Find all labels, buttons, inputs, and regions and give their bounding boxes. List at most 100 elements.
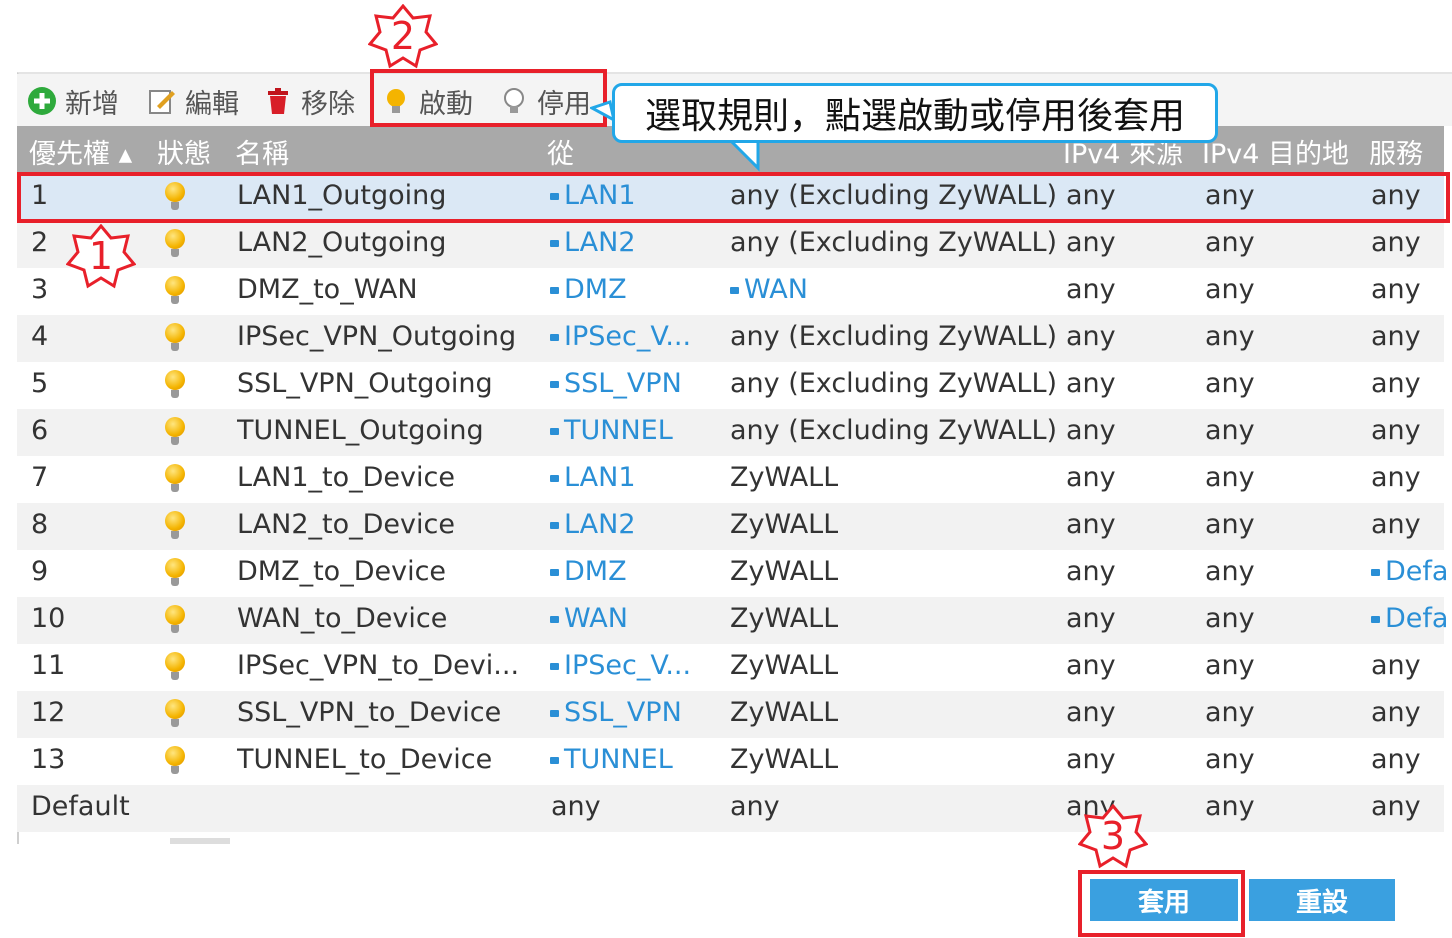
- table-row[interactable]: 12 SSL_VPN_to_Device SSL_VPN ZyWALL any any an…: [17, 691, 1444, 738]
- service-cell-text[interactable]: Defa: [1371, 556, 1449, 587]
- callout-instruction: 選取規則，點選啟動或停用後套用: [612, 83, 1218, 143]
- priority-cell-text: 5: [31, 368, 49, 399]
- status-lightbulb-icon: [165, 652, 185, 680]
- dst-cell: any: [1205, 321, 1255, 352]
- horizontal-scrollbar[interactable]: [170, 838, 230, 844]
- from-cell[interactable]: TUNNEL: [550, 744, 673, 775]
- name-cell: DMZ_to_Device: [237, 556, 446, 587]
- table-row[interactable]: 8 LAN2_to_Device LAN2 ZyWALL any any any: [17, 503, 1444, 550]
- src-cell: any: [1066, 462, 1116, 493]
- service-cell-text: any: [1371, 368, 1421, 399]
- table-row[interactable]: 11 IPSec_VPN_to_Devi... IPSec_V... ZyWALL an…: [17, 644, 1444, 691]
- dst-cell: any: [1205, 650, 1255, 681]
- service-cell: any: [1371, 321, 1421, 352]
- priority-cell-text: 10: [31, 603, 66, 634]
- from-cell-text[interactable]: SSL_VPN: [550, 368, 682, 399]
- priority-cell-text: 13: [31, 744, 66, 775]
- remove-button[interactable]: 移除: [263, 84, 355, 120]
- service-cell-text[interactable]: Defa: [1371, 603, 1449, 634]
- table-row[interactable]: 7 LAN1_to_Device LAN1 ZyWALL any any any: [17, 456, 1444, 503]
- highlight-box-row: [17, 172, 1450, 223]
- from-cell-text[interactable]: SSL_VPN: [550, 697, 682, 728]
- from-cell[interactable]: LAN2: [550, 227, 636, 258]
- from-cell[interactable]: DMZ: [550, 274, 627, 305]
- from-cell[interactable]: SSL_VPN: [550, 368, 682, 399]
- name-cell-text: WAN_to_Device: [237, 603, 448, 634]
- from-cell[interactable]: DMZ: [550, 556, 627, 587]
- header-priority[interactable]: 優先權 ▴: [29, 132, 132, 171]
- dst-cell: any: [1205, 227, 1255, 258]
- dst-cell-text: any: [1205, 697, 1255, 728]
- status-lightbulb-icon: [165, 370, 185, 398]
- service-cell-text: any: [1371, 697, 1421, 728]
- table-row[interactable]: 3 DMZ_to_WAN DMZ WAN any any any: [17, 268, 1444, 315]
- table-row[interactable]: 10 WAN_to_Device WAN ZyWALL any any Defa: [17, 597, 1449, 644]
- from-cell[interactable]: SSL_VPN: [550, 697, 682, 728]
- to-cell: any (Excluding ZyWALL): [730, 415, 1057, 446]
- to-cell-text[interactable]: WAN: [730, 274, 808, 305]
- from-cell-text[interactable]: WAN: [550, 603, 628, 634]
- src-cell-text: any: [1066, 744, 1116, 775]
- from-cell-text[interactable]: IPSec_V...: [550, 321, 692, 352]
- table-row-default[interactable]: Default any any any any any: [17, 785, 1444, 832]
- from-cell[interactable]: IPSec_V...: [550, 321, 692, 352]
- from-cell-text[interactable]: IPSec_V...: [550, 650, 692, 681]
- name-cell-text: LAN2_to_Device: [237, 509, 455, 540]
- from-cell-text[interactable]: TUNNEL: [550, 744, 673, 775]
- src-cell: any: [1066, 368, 1116, 399]
- from-cell-text[interactable]: LAN1: [550, 462, 636, 493]
- table-row[interactable]: 2 LAN2_Outgoing LAN2 any (Excluding ZyWALL)…: [17, 221, 1444, 268]
- from-cell[interactable]: TUNNEL: [550, 415, 673, 446]
- to-cell: ZyWALL: [730, 509, 838, 540]
- name-cell-text: DMZ_to_Device: [237, 556, 447, 587]
- src-cell-text: any: [1066, 603, 1116, 634]
- header-ipv4-destination[interactable]: IPv4 目的地: [1202, 132, 1349, 171]
- from-cell[interactable]: IPSec_V...: [550, 650, 692, 681]
- service-cell-text: any: [1371, 321, 1421, 352]
- to-cell[interactable]: WAN: [730, 274, 808, 305]
- priority-cell: 8: [31, 509, 48, 540]
- priority-cell-text: 11: [31, 650, 66, 681]
- reset-button[interactable]: 重設: [1249, 879, 1395, 921]
- src-cell: any: [1066, 321, 1116, 352]
- header-name[interactable]: 名稱: [235, 132, 289, 171]
- from-cell-text[interactable]: LAN2: [550, 509, 636, 540]
- service-cell-text: any: [1371, 744, 1421, 775]
- to-cell: any (Excluding ZyWALL): [730, 227, 1057, 258]
- edit-button[interactable]: 編輯: [147, 84, 239, 120]
- from-cell-text[interactable]: DMZ: [550, 274, 627, 305]
- table-row[interactable]: 6 TUNNEL_Outgoing TUNNEL any (Excluding ZyW…: [17, 409, 1444, 456]
- apply-button[interactable]: 套用: [1090, 879, 1238, 921]
- add-button[interactable]: 新增: [27, 84, 119, 120]
- highlight-box-toolbar: [370, 69, 607, 127]
- table-row[interactable]: 5 SSL_VPN_Outgoing SSL_VPN any (Excluding Z…: [17, 362, 1444, 409]
- from-cell[interactable]: LAN1: [550, 462, 636, 493]
- from-cell-text[interactable]: DMZ: [550, 556, 627, 587]
- src-cell: any: [1066, 556, 1116, 587]
- to-cell: any (Excluding ZyWALL): [730, 368, 1057, 399]
- name-cell-text: LAN2_Outgoing: [237, 227, 447, 258]
- dst-cell-text: any: [1205, 509, 1255, 540]
- table-row[interactable]: 4 IPSec_VPN_Outgoing IPSec_V... any (Exclud…: [17, 315, 1444, 362]
- name-cell-text: LAN1_to_Device: [237, 462, 455, 493]
- src-cell: any: [1066, 744, 1116, 775]
- to-cell: any (Excluding ZyWALL): [730, 321, 1057, 352]
- from-cell-text[interactable]: TUNNEL: [550, 415, 673, 446]
- to-cell-text: any (Excluding ZyWALL): [730, 227, 1058, 258]
- header-status[interactable]: 狀態: [157, 132, 211, 171]
- remove-label: 移除: [301, 88, 355, 120]
- src-cell-text: any: [1066, 697, 1116, 728]
- header-from[interactable]: 從: [547, 132, 574, 171]
- service-cell[interactable]: Defa: [1371, 556, 1449, 587]
- to-cell-text: ZyWALL: [730, 603, 839, 634]
- table-row[interactable]: 9 DMZ_to_Device DMZ ZyWALL any any Defa: [17, 550, 1449, 597]
- edit-icon: [147, 86, 177, 116]
- name-cell-text: DMZ_to_WAN: [237, 274, 418, 305]
- service-cell[interactable]: Defa: [1371, 603, 1449, 634]
- table-row[interactable]: 13 TUNNEL_to_Device TUNNEL ZyWALL any any any: [17, 738, 1444, 785]
- from-cell[interactable]: WAN: [550, 603, 628, 634]
- from-cell[interactable]: LAN2: [550, 509, 636, 540]
- status-lightbulb-icon: [165, 511, 185, 539]
- from-cell-text[interactable]: LAN2: [550, 227, 636, 258]
- header-service[interactable]: 服務: [1369, 132, 1423, 171]
